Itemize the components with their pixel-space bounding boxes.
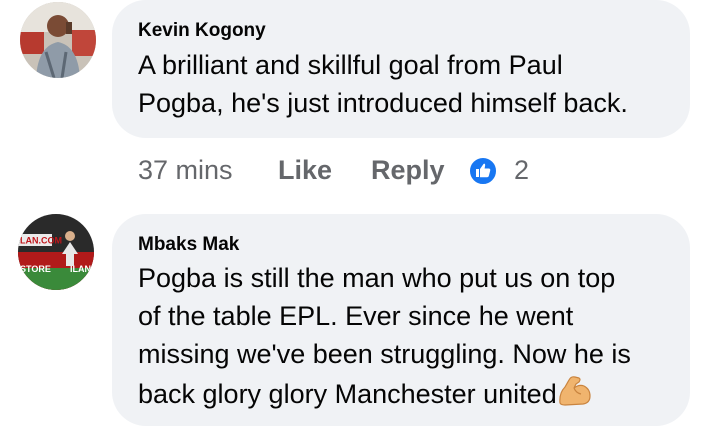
reply-button[interactable]: Reply [371, 155, 445, 186]
avatar-text-top: LAN.COM [20, 236, 62, 246]
comment-text: Pogba is still the man who put us on top… [138, 259, 631, 413]
comment-text-line: Pogba is still the man who put us on top [138, 263, 616, 293]
comment-text-line: of the table EPL. Ever since he went [138, 301, 574, 331]
avatar-text-bottom: STORE [20, 264, 51, 274]
comment-text-line: back glory glory Manchester united [138, 379, 557, 409]
comment-author[interactable]: Mbaks Mak [138, 234, 239, 256]
thumbs-up-icon[interactable] [468, 156, 498, 186]
comment-bubble: Mbaks Mak Pogba is still the man who put… [112, 214, 690, 426]
profile-photo [20, 2, 96, 78]
avatar[interactable]: LAN.COM STORE ILAN [18, 214, 94, 290]
comment-text-line: Pogba, he's just introduced himself back… [138, 88, 628, 118]
comment-text-line: A brilliant and skillful goal from Paul [138, 50, 563, 80]
comment-timestamp[interactable]: 37 mins [138, 155, 233, 186]
flexed-biceps-icon [557, 373, 593, 407]
like-button[interactable]: Like [278, 155, 332, 186]
comment-bubble: Kevin Kogony A brilliant and skillful go… [112, 0, 690, 138]
comment-text: A brilliant and skillful goal from Paul … [138, 46, 628, 122]
profile-photo: LAN.COM STORE ILAN [18, 214, 94, 290]
reaction-count[interactable]: 2 [514, 155, 529, 186]
comment-actions: 37 mins Like Reply 2 [138, 155, 558, 187]
comment-text-last-line: back glory glory Manchester united [138, 373, 631, 413]
avatar[interactable] [20, 2, 96, 78]
comment-text-line: missing we've been struggling. Now he is [138, 339, 631, 369]
comment-author[interactable]: Kevin Kogony [138, 20, 266, 42]
